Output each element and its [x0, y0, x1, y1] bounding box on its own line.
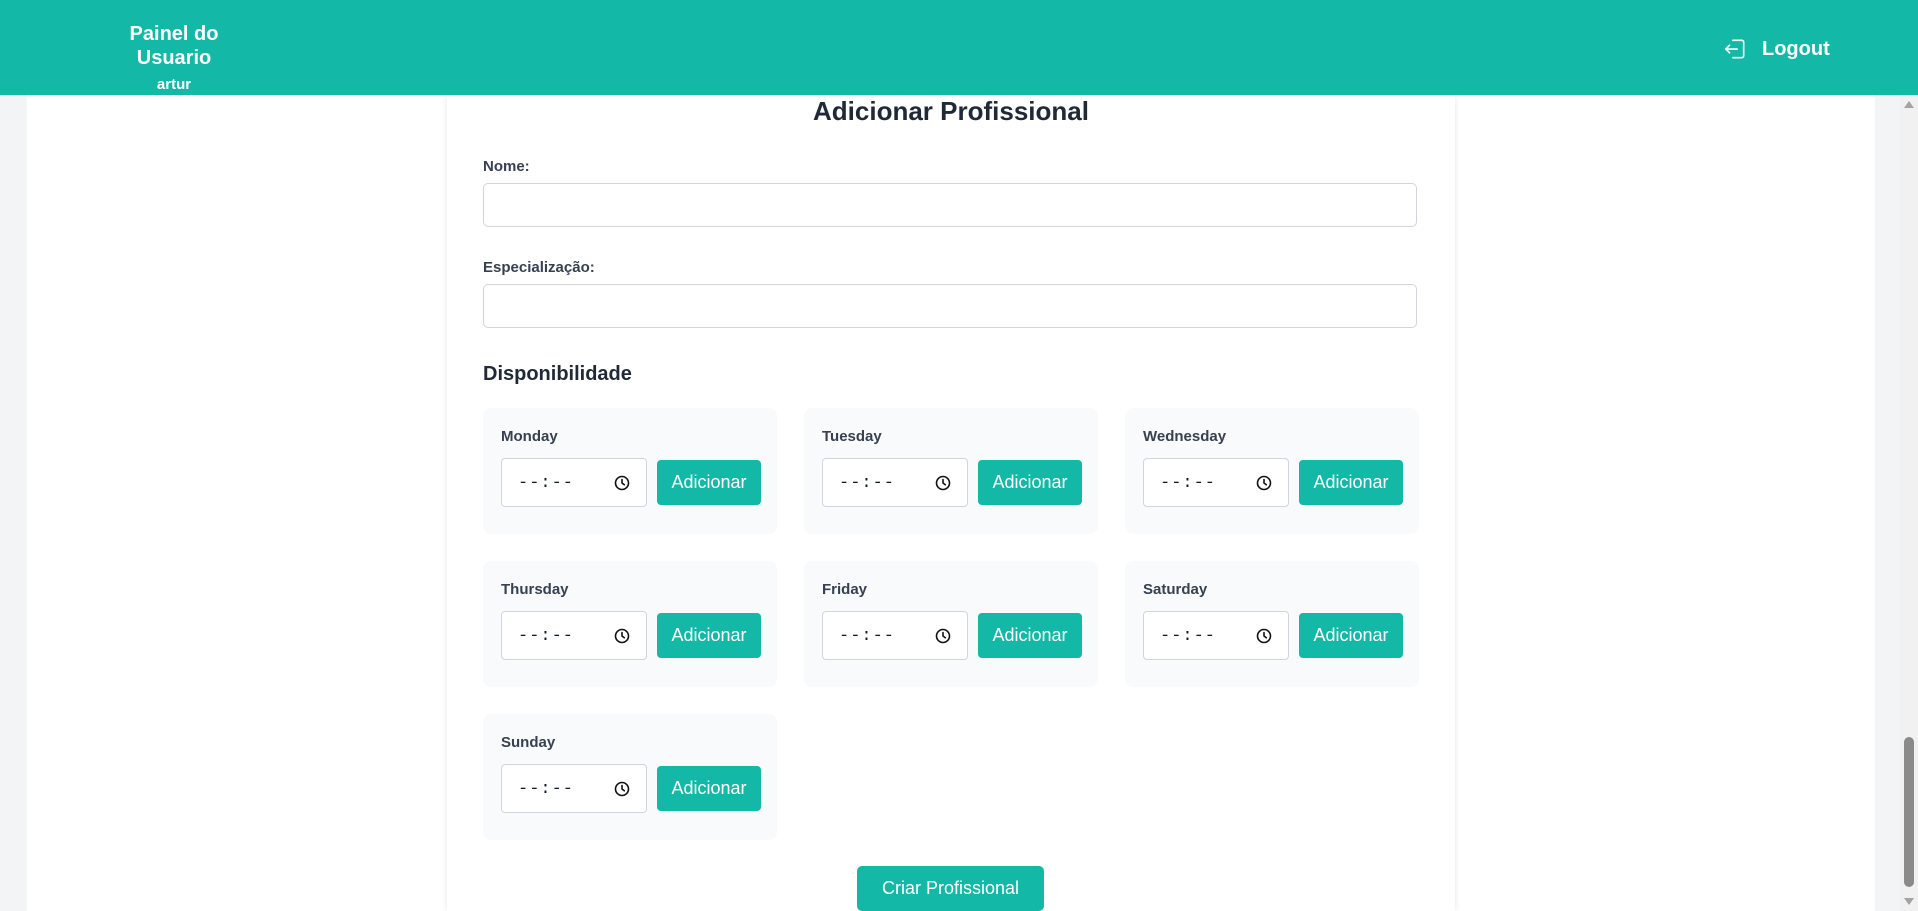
- time-value: --:--: [518, 780, 575, 799]
- time-input[interactable]: --:--: [822, 458, 968, 507]
- time-value: --:--: [839, 474, 896, 493]
- app-title: Painel do Usuario: [129, 23, 219, 69]
- time-value: --:--: [518, 474, 575, 493]
- day-card-wednesday: Wednesday --:-- Adicionar: [1125, 408, 1419, 534]
- add-time-button[interactable]: Adicionar: [1299, 613, 1403, 658]
- day-label: Thursday: [501, 581, 569, 598]
- add-time-button[interactable]: Adicionar: [657, 766, 761, 811]
- add-time-button[interactable]: Adicionar: [978, 460, 1082, 505]
- page-title: Adicionar Profissional: [813, 96, 1089, 126]
- top-navbar: Painel do Usuario artur Logout: [0, 0, 1918, 95]
- clock-icon: [614, 781, 630, 797]
- time-input[interactable]: --:--: [1143, 458, 1289, 507]
- name-input[interactable]: [483, 183, 1417, 227]
- time-input[interactable]: --:--: [501, 458, 647, 507]
- day-label: Monday: [501, 428, 558, 445]
- scroll-thumb[interactable]: [1904, 737, 1914, 887]
- add-time-button[interactable]: Adicionar: [657, 460, 761, 505]
- day-card-saturday: Saturday --:-- Adicionar: [1125, 561, 1419, 687]
- logout-button[interactable]: Logout: [1722, 34, 1830, 64]
- time-value: --:--: [839, 627, 896, 646]
- time-input[interactable]: --:--: [501, 764, 647, 813]
- clock-icon: [1256, 628, 1272, 644]
- clock-icon: [614, 628, 630, 644]
- username: artur: [156, 76, 192, 93]
- day-label: Tuesday: [822, 428, 882, 445]
- clock-icon: [935, 475, 951, 491]
- scroll-up-icon[interactable]: [1904, 101, 1914, 108]
- time-value: --:--: [518, 627, 575, 646]
- day-card-monday: Monday --:-- Adicionar: [483, 408, 777, 534]
- clock-icon: [935, 628, 951, 644]
- day-label: Saturday: [1143, 581, 1208, 598]
- day-card-tuesday: Tuesday --:-- Adicionar: [804, 408, 1098, 534]
- logout-icon: [1724, 39, 1745, 59]
- day-label: Friday: [822, 581, 868, 598]
- time-input[interactable]: --:--: [1143, 611, 1289, 660]
- day-label: Wednesday: [1143, 428, 1227, 445]
- name-label: Nome:: [483, 158, 530, 175]
- time-input[interactable]: --:--: [501, 611, 647, 660]
- clock-icon: [614, 475, 630, 491]
- day-label: Sunday: [501, 734, 556, 751]
- time-input[interactable]: --:--: [822, 611, 968, 660]
- specialization-input[interactable]: [483, 284, 1417, 328]
- scroll-down-icon[interactable]: [1904, 898, 1914, 905]
- create-professional-button[interactable]: Criar Profissional: [857, 866, 1044, 911]
- add-time-button[interactable]: Adicionar: [1299, 460, 1403, 505]
- add-time-button[interactable]: Adicionar: [978, 613, 1082, 658]
- day-card-sunday: Sunday --:-- Adicionar: [483, 714, 777, 840]
- vertical-scrollbar[interactable]: [1900, 95, 1918, 911]
- brand: Painel do Usuario artur: [90, 22, 258, 94]
- time-value: --:--: [1160, 627, 1217, 646]
- specialization-label: Especialização:: [483, 259, 595, 276]
- day-card-friday: Friday --:-- Adicionar: [804, 561, 1098, 687]
- logout-label: Logout: [1762, 37, 1830, 60]
- availability-title: Disponibilidade: [483, 363, 632, 385]
- day-card-thursday: Thursday --:-- Adicionar: [483, 561, 777, 687]
- clock-icon: [1256, 475, 1272, 491]
- time-value: --:--: [1160, 474, 1217, 493]
- add-time-button[interactable]: Adicionar: [657, 613, 761, 658]
